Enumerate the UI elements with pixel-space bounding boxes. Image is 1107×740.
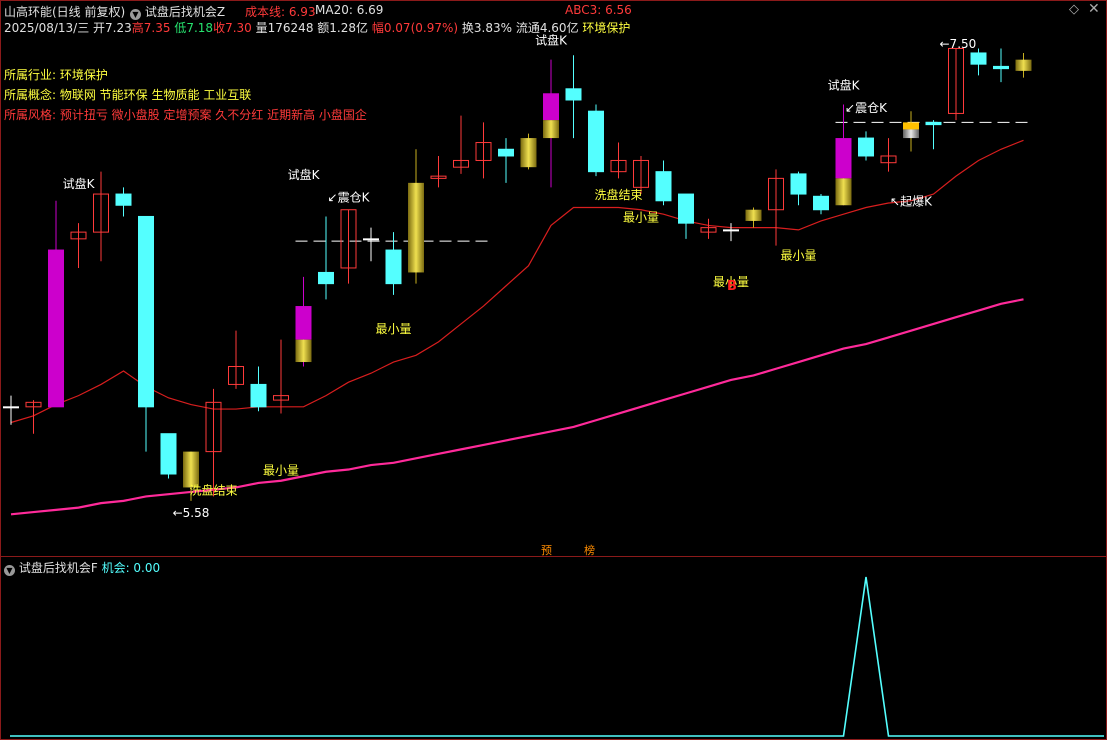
chart-annotation: 试盘K <box>288 167 321 182</box>
chart-annotation: ↙震仓K <box>845 101 888 115</box>
chart-annotation: 试盘K <box>828 78 861 93</box>
candle-body <box>858 137 874 157</box>
candle-body <box>48 249 64 408</box>
ranking-badge[interactable]: 榜 <box>584 542 595 558</box>
long-ma-line <box>10 298 1024 516</box>
chart-annotation: 洗盘结束 <box>189 482 237 497</box>
candle-body <box>138 215 154 408</box>
chart-annotation: 最小量 <box>780 248 816 262</box>
candlestick-chart[interactable]: 试盘K试盘K试盘K试盘K↙震仓K↙震仓K↖起爆K洗盘结束洗盘结束最小量最小量最小… <box>0 0 1107 556</box>
chart-annotation: ↖起爆K <box>890 195 933 209</box>
opportunity-line-chart[interactable] <box>0 557 1107 740</box>
candle-body <box>925 121 942 126</box>
candle-body <box>295 306 312 340</box>
candle-body <box>160 433 177 475</box>
candle-body <box>3 406 19 409</box>
candle-body <box>408 182 424 273</box>
opportunity-line <box>10 576 1104 737</box>
candle-body <box>183 451 199 488</box>
candle-body <box>970 52 987 65</box>
candle-body <box>655 171 672 202</box>
candle-body <box>363 238 379 241</box>
buy-marker: B <box>727 279 737 294</box>
candle-body <box>745 209 762 221</box>
candle-body <box>678 193 694 224</box>
candle-body <box>318 271 334 285</box>
candle-body <box>498 148 514 157</box>
candle-body <box>903 129 919 139</box>
candle-body <box>993 65 1009 70</box>
chart-annotation: 最小量 <box>263 463 299 477</box>
candle-body <box>520 138 537 168</box>
chart-annotation: ←7.50 <box>940 37 977 51</box>
candle-body <box>790 173 807 195</box>
candle-body <box>903 122 919 130</box>
chart-annotation: 试盘K <box>63 176 96 191</box>
forecast-badge[interactable]: 预 <box>541 542 552 558</box>
chart-annotation: 最小量 <box>623 210 659 224</box>
candle-body <box>250 383 267 408</box>
candle-body <box>588 110 604 173</box>
chart-annotation: 洗盘结束 <box>594 187 642 202</box>
candle-body <box>115 193 132 206</box>
candle-body <box>295 339 312 363</box>
candle-body <box>723 229 739 232</box>
candle-body <box>385 249 402 285</box>
candle-body <box>1015 59 1032 71</box>
chart-annotation: ↙震仓K <box>328 190 371 204</box>
candle-body <box>813 195 829 211</box>
candle-body <box>543 93 559 121</box>
chart-annotation: 最小量 <box>375 322 411 336</box>
candle-body <box>835 138 852 179</box>
candle-body <box>565 88 582 101</box>
chart-annotation: 试盘K <box>535 33 568 48</box>
chart-annotation: ←5.58 <box>173 506 210 520</box>
ma20-line <box>10 139 1024 424</box>
candle-body <box>543 120 559 139</box>
candle-body <box>835 178 852 206</box>
